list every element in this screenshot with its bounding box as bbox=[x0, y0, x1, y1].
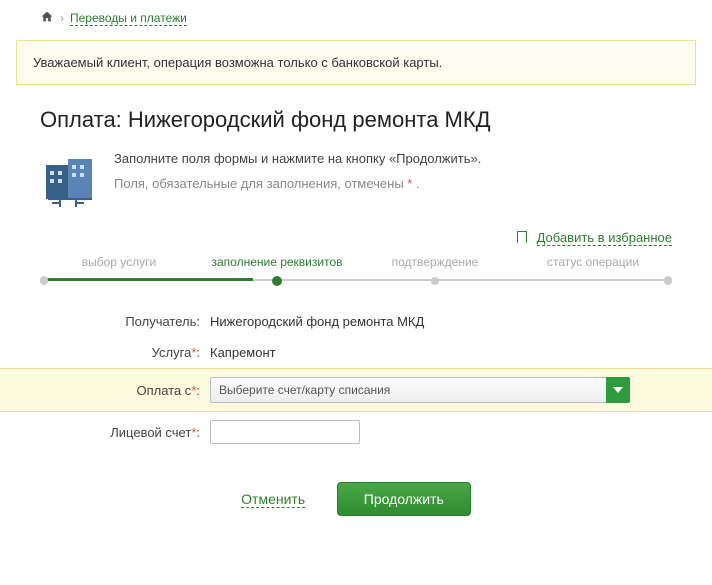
pay-from-select-value[interactable]: Выберите счет/карту списания bbox=[210, 377, 630, 403]
breadcrumb-separator: › bbox=[60, 11, 64, 25]
bookmark-icon bbox=[517, 231, 527, 243]
row-service: Услуга*: Капремонт bbox=[0, 337, 712, 368]
cancel-link[interactable]: Отменить bbox=[241, 491, 305, 508]
row-recipient: Получатель: Нижегородский фонд ремонта М… bbox=[0, 306, 712, 337]
pay-from-label: Оплата с*: bbox=[40, 383, 210, 398]
recipient-value: Нижегородский фонд ремонта МКД bbox=[210, 314, 424, 329]
row-pay-from: Оплата с*: Выберите счет/карту списания bbox=[0, 368, 712, 412]
building-icon bbox=[40, 151, 100, 214]
home-icon[interactable] bbox=[40, 10, 54, 26]
chevron-down-icon[interactable] bbox=[606, 377, 630, 403]
breadcrumb: › Переводы и платежи bbox=[0, 0, 712, 32]
step-confirmation: подтверждение bbox=[356, 255, 514, 286]
row-account: Лицевой счет*: bbox=[0, 412, 712, 452]
intro-line1: Заполните поля формы и нажмите на кнопку… bbox=[114, 151, 481, 166]
service-label: Услуга*: bbox=[40, 345, 210, 360]
pay-from-select[interactable]: Выберите счет/карту списания bbox=[210, 377, 630, 403]
service-value: Капремонт bbox=[210, 345, 276, 360]
account-label: Лицевой счет*: bbox=[40, 425, 210, 440]
notice-banner: Уважаемый клиент, операция возможна толь… bbox=[16, 40, 696, 85]
intro-block: Заполните поля формы и нажмите на кнопку… bbox=[0, 147, 712, 224]
continue-button[interactable]: Продолжить bbox=[337, 482, 471, 516]
intro-line2: Поля, обязательные для заполнения, отмеч… bbox=[114, 176, 481, 191]
step-select-service: выбор услуги bbox=[40, 255, 198, 286]
step-fill-details: заполнение реквизитов bbox=[198, 255, 356, 286]
account-input[interactable] bbox=[210, 420, 360, 444]
page-title: Оплата: Нижегородский фонд ремонта МКД bbox=[0, 103, 712, 147]
recipient-label: Получатель: bbox=[40, 314, 210, 329]
breadcrumb-payments-link[interactable]: Переводы и платежи bbox=[70, 11, 187, 26]
progress-stepper: выбор услуги заполнение реквизитов подтв… bbox=[40, 255, 672, 286]
step-status: статус операции bbox=[514, 255, 672, 286]
add-favorite-link[interactable]: Добавить в избранное bbox=[537, 230, 672, 246]
actions-row: Отменить Продолжить bbox=[0, 452, 712, 534]
